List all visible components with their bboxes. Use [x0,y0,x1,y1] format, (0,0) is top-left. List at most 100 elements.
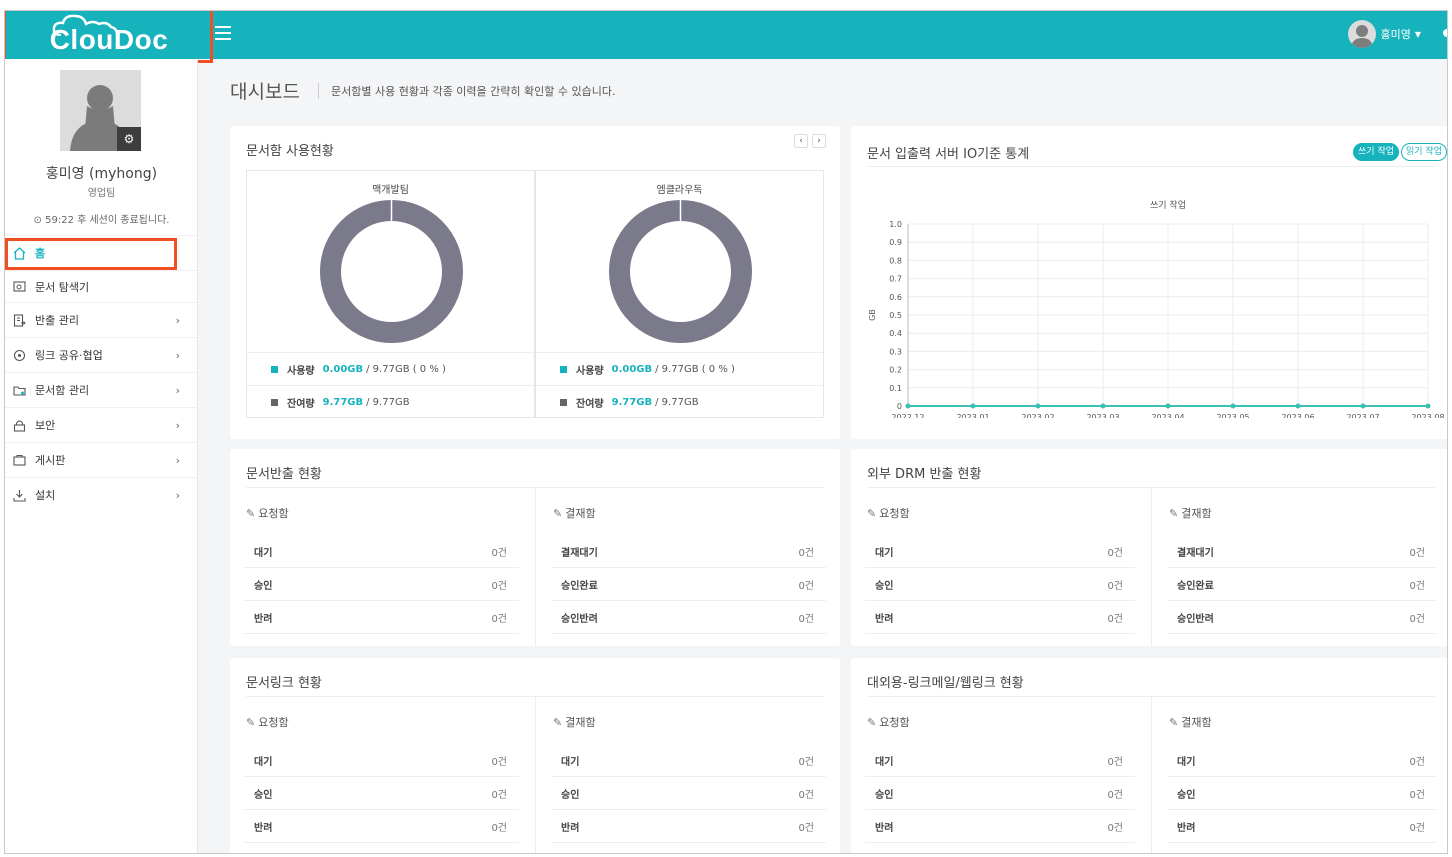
list-item[interactable]: 승인 0건 [1167,777,1437,810]
status-count: 0건 [491,822,507,834]
gear-icon[interactable]: ⚙ [117,127,141,151]
status-count: 0건 [1409,613,1425,625]
status-count: 0건 [798,756,814,768]
y-tick-label: 0.9 [889,238,902,247]
section-title: 결재함 [565,716,596,729]
io-tabs: 쓰기 작업 읽기 작업 [1353,143,1447,161]
list-item[interactable]: 반려 0건 [865,601,1135,634]
list-item[interactable]: 반려 0건 [244,810,519,843]
used-total: / 9.77GB ( 0 % ) [366,364,446,375]
status-list: 대기 0건승인0건반려0건취소0건 [551,744,826,854]
list-item[interactable]: 완료 0건 [244,843,519,853]
edit-icon: ✎ [246,715,256,729]
status-count: 0건 [491,789,507,801]
list-item[interactable]: 승인 0건 [244,568,519,601]
notification-dot-icon[interactable] [1443,29,1447,37]
edit-icon: ✎ [246,506,256,520]
card-title: 문서함 사용현황 [246,144,334,159]
list-item[interactable]: 승인반려 0건 [1167,601,1437,634]
list-item[interactable]: 대기 0건 [244,744,519,777]
section-header: ✎ 결재함 [1169,503,1437,523]
folder-settings-icon [11,382,27,398]
list-item[interactable]: 결재대기 0건 [1167,535,1437,568]
list-item[interactable]: 취소 0건 [551,843,826,854]
link-share-icon [11,347,27,363]
caret-down-icon: ▼ [1414,29,1421,39]
usage-donut [320,200,463,343]
y-tick-label: 1.0 [889,220,902,229]
list-item[interactable]: 반려 0건 [1167,810,1437,843]
list-item[interactable]: 대기 0건 [244,535,519,568]
sidebar-item-link-share[interactable]: 링크 공유·협업 › [5,337,198,372]
list-item[interactable]: 승인완료 0건 [1167,568,1437,601]
sidebar-item-install[interactable]: 설치 › [5,477,198,512]
card-title: 문서링크 현황 [246,676,322,691]
status-label: 승인 [875,789,894,801]
request-box: ✎ 요청함 대기 0건 승인 0건 반려 0건 [865,503,1135,634]
list-item[interactable]: 승인 0건 [865,568,1135,601]
section-title: 요청함 [258,507,289,520]
next-button[interactable]: › [812,134,826,148]
x-tick-label: 2023.06 [1281,413,1314,418]
status-label: 완료 [875,852,893,854]
list-item[interactable]: 승인완료 0건 [551,568,826,601]
column-divider [1151,487,1152,646]
remain-label: 잔여량 [287,399,315,410]
used-row: 사용량 0.00GB/ 9.77GB ( 0 % ) [536,352,823,386]
x-tick-label: 2023.08 [1411,413,1444,418]
sidebar-item-security[interactable]: 보안 › [5,407,198,442]
sidebar-menu: 홈 문서 탐색기 반출 관리 › 링크 공유·협업 › 문서함 관리 › 보안 › 게시… [5,235,198,512]
sidebar-item-export[interactable]: 반출 관리 › [5,302,198,337]
list-item[interactable]: 결재대기 0건 [551,535,826,568]
used-row: 사용량 0.00GB/ 9.77GB ( 0 % ) [247,352,534,386]
status-panel: 문서반출 현황 ✎ 요청함 대기 0건 승인 0건 반려 0건 ✎ 결재함 결재대기 0건 승인완료 0건 승… [230,449,840,646]
section-title: 결재함 [1181,507,1212,520]
status-count: 0건 [1107,822,1123,834]
list-item[interactable]: 반려 0건 [865,810,1135,843]
list-item[interactable]: 반려 0건 [244,601,519,634]
list-item[interactable]: 승인 0건 [865,777,1135,810]
prev-button[interactable]: ‹ [794,134,808,148]
edit-icon: ✎ [1169,715,1179,729]
sidebar-item-board[interactable]: 게시판 › [5,442,198,477]
list-item[interactable]: 대기 0건 [551,744,826,777]
sidebar-item-folder-manage[interactable]: 문서함 관리 › [5,372,198,407]
status-label: 승인완료 [1177,580,1214,592]
x-tick-label: 2023.05 [1216,413,1249,418]
menu-toggle-icon[interactable] [215,26,231,40]
list-item[interactable]: 취소 0건 [1167,843,1437,853]
list-item[interactable]: 대기 0건 [865,535,1135,568]
list-item[interactable]: 승인반려 0건 [551,601,826,634]
data-point [1295,403,1301,409]
sidebar-item-explorer[interactable]: 문서 탐색기 [5,270,198,302]
divider [867,166,1435,167]
used-value: 0.00GB [611,364,653,375]
list-item[interactable]: 대기 0건 [865,744,1135,777]
list-item[interactable]: 반려 0건 [551,810,826,843]
status-label: 취소 [561,852,579,854]
list-item[interactable]: 승인 0건 [551,777,826,810]
tab-read[interactable]: 읽기 작업 [1401,143,1447,161]
approval-box: ✎ 결재함 결재대기 0건 승인완료 0건 승인반려 0건 [1167,503,1437,634]
user-menu[interactable]: 홍미영 ▼ [1348,20,1421,48]
folder-search-icon [11,279,27,295]
status-list: 대기 0건 승인 0건 반려 0건 [865,535,1135,634]
tab-write[interactable]: 쓰기 작업 [1353,143,1400,161]
status-label: 반려 [561,822,580,834]
io-line-chart: 쓰기 작업 GB 0 0.1 0.2 0.3 0.4 0.5 0.6 0.7 0.8 0.9 1.0 20… [868,200,1445,418]
export-doc-icon [11,312,27,328]
data-point [1360,403,1366,409]
list-item[interactable]: 완료 0건 [865,843,1135,854]
list-item[interactable]: 승인 0건 [244,777,519,810]
status-count: 0건 [491,613,507,625]
data-point [905,403,911,409]
status-count: 0건 [1107,789,1123,801]
lock-icon [11,417,27,433]
section-header: ✎ 결재함 [1169,712,1437,732]
column-divider [535,487,536,646]
sidebar-item-label: 설치 [35,489,56,502]
status-count: 0건 [1107,756,1123,768]
status-label: 대기 [561,756,580,768]
list-item[interactable]: 대기 0건 [1167,744,1437,777]
approval-box: ✎결재함대기0건승인0건반려0건취소0건 [1167,712,1437,853]
